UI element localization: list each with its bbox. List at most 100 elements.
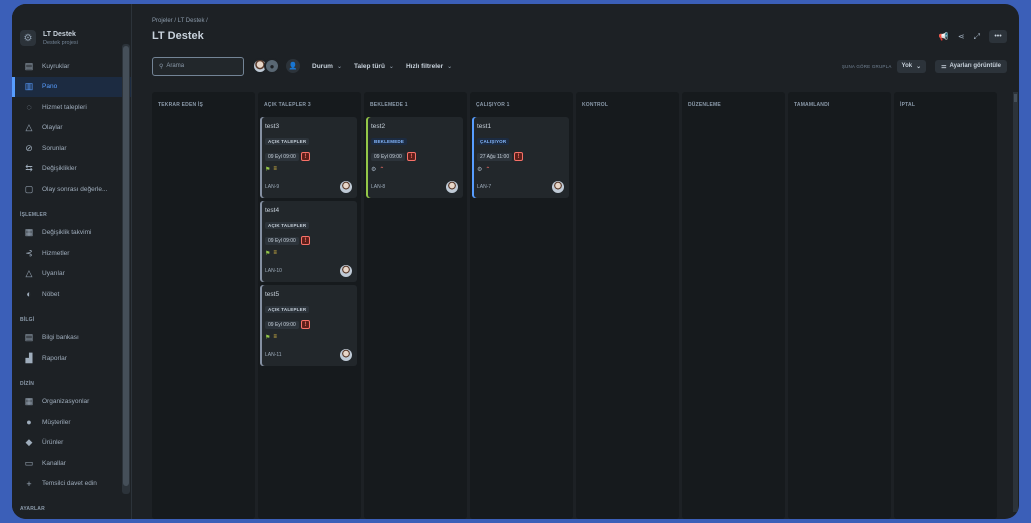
- column-header[interactable]: ÇALIŞIYOR 1: [472, 96, 571, 117]
- issue-key[interactable]: LAN-10: [265, 268, 282, 274]
- sidebar-scroll-thumb[interactable]: [123, 46, 129, 486]
- app-window: ⚙ LT Destek Destek projesi ▤ Kuyruklar ▥ Pa…: [12, 4, 1019, 519]
- sidebar-item-board[interactable]: ▥ Pano: [12, 76, 131, 97]
- view-settings-label: Ayarları görüntüle: [949, 63, 1001, 69]
- overdue-warning-icon: !: [406, 152, 416, 161]
- issue-key[interactable]: LAN-8: [371, 184, 385, 190]
- sidebar-item-on-call[interactable]: ◐ Nöbet: [12, 284, 131, 305]
- board-column: TAMAMLANDI: [788, 92, 891, 519]
- card-title: test2: [371, 123, 386, 130]
- sidebar-item-label: Değişiklik takvimi: [42, 229, 92, 237]
- priority-high-icon: ⌃: [379, 167, 385, 173]
- sidebar-item-label: Değişiklikler: [42, 165, 77, 173]
- group-by: ŞUNA GÖRE GRUPLA Yok ⌄ ⚌ Ayarları görüntül…: [841, 59, 1007, 73]
- card-icons: ⚑ ≡: [265, 250, 352, 257]
- column-header[interactable]: AÇIK TALEPLER 3: [260, 96, 359, 117]
- review-icon: ▢: [24, 183, 34, 194]
- sidebar-item-label: Kuyruklar: [42, 62, 70, 70]
- issue-card[interactable]: test5 AÇIK TALEPLER 09 Eyl 09:00! ⚑ ≡ LAN-11: [260, 285, 357, 366]
- project-name: LT Destek: [43, 30, 76, 38]
- sidebar-item-alert[interactable]: △ Uyarılar: [12, 264, 131, 285]
- column-header[interactable]: KONTROL: [578, 96, 677, 117]
- megaphone-icon[interactable]: 📢: [939, 32, 949, 41]
- customers-icon: ●: [26, 417, 32, 428]
- board-column: ÇALIŞIYOR 1 test1 ÇALIŞIYOR 27 Ağu 11:00! ⚙ ⌃…: [470, 92, 573, 519]
- sidebar-scrollbar[interactable]: [122, 44, 130, 494]
- sidebar-item-customers[interactable]: ● Müşteriler: [12, 412, 131, 433]
- filter-status-label: Durum: [312, 62, 333, 70]
- filter-request-type-label: Talep türü: [353, 62, 385, 70]
- due-date: 09 Eyl 09:00!: [371, 152, 458, 161]
- header-actions: 📢 ⋖ ⤢ •••: [939, 30, 1007, 43]
- board-icon: ▥: [24, 81, 34, 92]
- project-logo-icon: ⚙: [20, 30, 36, 46]
- sidebar-item-label: Bilgi bankası: [42, 334, 79, 342]
- sidebar-item-services[interactable]: ⊰ Hizmetler: [12, 243, 131, 264]
- sidebar-nav: ▤ Kuyruklar ▥ Pano ◌ Hizmet talepleri △ Olaylar…: [12, 56, 131, 200]
- sidebar-item-organization[interactable]: ▦ Organizasyonlar: [12, 392, 131, 413]
- sidebar-item-reports[interactable]: ▟ Raporlar: [12, 348, 131, 369]
- issue-card[interactable]: test2 BEKLEMEDE 09 Eyl 09:00! ⚙ ⌃ LAN-8: [366, 117, 463, 198]
- request-type-icon: ⚙: [371, 167, 377, 173]
- avatar-placeholder-icon[interactable]: ●: [264, 58, 280, 74]
- issue-key[interactable]: LAN-7: [477, 184, 491, 190]
- group-by-label: ŞUNA GÖRE GRUPLA: [841, 63, 892, 69]
- assignee-avatar[interactable]: [446, 181, 458, 193]
- sidebar-item-label: Ürünler: [42, 439, 64, 447]
- column-header[interactable]: BEKLEMEDE 1: [366, 96, 465, 117]
- sidebar-item-problem[interactable]: ⊘ Sorunlar: [12, 138, 131, 159]
- alert-icon: △: [25, 268, 33, 279]
- project-header[interactable]: ⚙ LT Destek Destek projesi: [12, 4, 131, 56]
- filter-request-type[interactable]: Talep türü ⌄: [354, 63, 394, 70]
- board-scroll-thumb[interactable]: [1014, 94, 1017, 102]
- due-date-label: 09 Eyl 09:00: [371, 152, 405, 161]
- expand-icon[interactable]: ⤢: [974, 32, 980, 42]
- overdue-warning-icon: !: [514, 152, 524, 161]
- card-icons: ⚑ ≡: [265, 334, 352, 341]
- card-footer: LAN-10: [265, 265, 352, 277]
- due-date-label: 27 Ağu 11:00: [477, 152, 513, 161]
- assignee-avatar[interactable]: [340, 349, 352, 361]
- assignee-avatar[interactable]: [552, 181, 564, 193]
- issue-card[interactable]: test4 AÇIK TALEPLER 09 Eyl 09:00! ⚑ ≡ LAN-10: [260, 201, 357, 282]
- add-people-icon[interactable]: 👤: [286, 59, 300, 73]
- sidebar-item-invite[interactable]: + Temsilci davet edin: [12, 474, 131, 495]
- chevron-down-icon: ⌄: [916, 63, 922, 70]
- kanban-board: TEKRAR EDEN İŞ AÇIK TALEPLER 3 test3 AÇIK T…: [152, 92, 1007, 519]
- assignee-avatar[interactable]: [340, 265, 352, 277]
- column-header[interactable]: İPTAL: [896, 96, 995, 117]
- sidebar-sections: İŞLEMLER ▦ Değişiklik takvimi ⊰ Hizmetler △ Uy…: [12, 200, 131, 518]
- board-scrollbar[interactable]: [1013, 92, 1018, 512]
- sidebar-item-knowledge[interactable]: ▤ Bilgi bankası: [12, 328, 131, 349]
- sidebar-item-change[interactable]: ⇆ Değişiklikler: [12, 159, 131, 180]
- chevron-down-icon: ⌄: [447, 63, 453, 70]
- issue-key[interactable]: LAN-11: [265, 352, 282, 358]
- filter-status[interactable]: Durum ⌄: [312, 63, 342, 70]
- share-icon[interactable]: ⋖: [958, 32, 965, 41]
- request-type-icon: ⚑: [265, 335, 271, 341]
- issue-card[interactable]: test3 AÇIK TALEPLER 09 Eyl 09:00! ⚑ ≡ LAN-9: [260, 117, 357, 198]
- column-header[interactable]: TEKRAR EDEN İŞ: [154, 96, 253, 117]
- settings-sliders-icon: ⚌: [941, 63, 947, 70]
- products-icon: ◆: [25, 437, 33, 448]
- issue-card[interactable]: test1 ÇALIŞIYOR 27 Ağu 11:00! ⚙ ⌃ LAN-7: [472, 117, 569, 198]
- sidebar-item-review[interactable]: ▢ Olay sonrası değerle...: [12, 179, 131, 200]
- card-title: test3: [265, 123, 280, 130]
- more-button[interactable]: •••: [989, 30, 1007, 43]
- column-header[interactable]: DÜZENLEME: [684, 96, 783, 117]
- group-by-select[interactable]: Yok ⌄: [896, 59, 927, 73]
- assignee-avatar[interactable]: [340, 181, 352, 193]
- sidebar-item-incident[interactable]: △ Olaylar: [12, 118, 131, 139]
- issue-key[interactable]: LAN-9: [265, 184, 279, 190]
- sidebar-item-channels[interactable]: ▭ Kanallar: [12, 453, 131, 474]
- breadcrumb[interactable]: Projeler / LT Destek /: [152, 18, 208, 24]
- card-footer: LAN-11: [265, 349, 352, 361]
- sidebar-item-request[interactable]: ◌ Hizmet talepleri: [12, 97, 131, 118]
- view-settings-button[interactable]: ⚌ Ayarları görüntüle: [935, 59, 1007, 73]
- column-header[interactable]: TAMAMLANDI: [790, 96, 889, 117]
- filter-quick[interactable]: Hızlı filtreler ⌄: [406, 63, 452, 70]
- sidebar-item-queue[interactable]: ▤ Kuyruklar: [12, 56, 131, 77]
- search-input[interactable]: ⚲ Arama: [152, 56, 244, 76]
- sidebar-item-products[interactable]: ◆ Ürünler: [12, 433, 131, 454]
- sidebar-item-calendar[interactable]: ▦ Değişiklik takvimi: [12, 223, 131, 244]
